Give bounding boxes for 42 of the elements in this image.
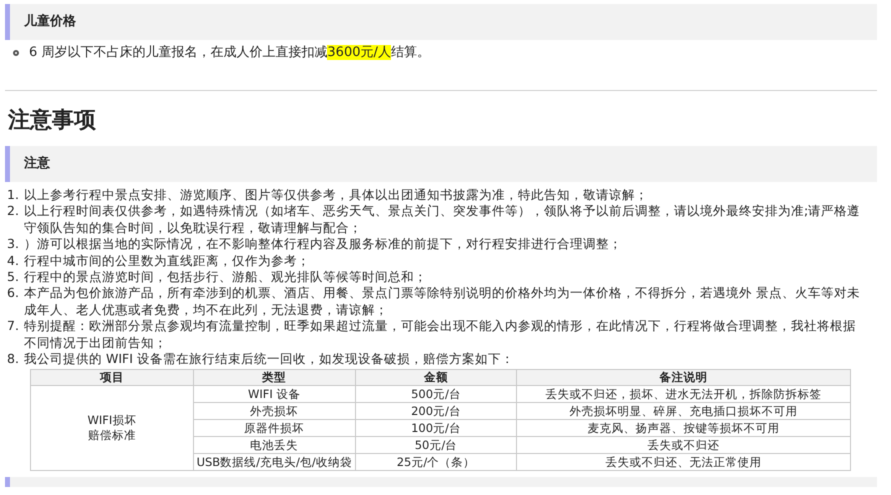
table-cell: USB数据线/充电头/包/收纳袋 [193, 454, 356, 471]
table-cell: 丢失或不归还，损坏、进水无法开机，拆除防拆标签 [516, 386, 850, 403]
bullet-icon [13, 50, 19, 56]
table-cell: 电池丢失 [193, 436, 356, 454]
page-heading: 注意事项 [6, 107, 97, 135]
table-cell: 丢失或不归还、无法正常使用 [516, 454, 850, 471]
list-item-text: 本产品为包价旅游产品，所有牵涉到的机票、酒店、用餐、景点门票等除特别说明的价格外均为一体价格，不得拆分，若遇境外 景点、火车等对未成年人、老人优惠或者免费，均不在此列，无法退费，请谅解； [24, 285, 861, 318]
section-title: 儿童价格 [24, 12, 76, 32]
list-number: 6. [6, 285, 20, 302]
list-number: 1. [6, 187, 20, 204]
table-cell: 500元/台 [355, 386, 517, 403]
table-cell: 麦克风、扬声器、按键等损坏不可用 [516, 420, 850, 437]
list-number: 5. [6, 269, 20, 286]
table-cell: 200元/台 [355, 402, 517, 420]
column-header: 金额 [355, 370, 517, 386]
list-item-text: 行程中的景点游览时间，包括步行、游船、观光排队等候等时间总和； [24, 269, 427, 286]
column-header: 备注说明 [516, 370, 850, 386]
table-cell: 100元/台 [355, 420, 517, 437]
table-cell: 丢失或不归还 [516, 436, 850, 454]
table-cell: 原器件损坏 [193, 420, 356, 437]
list-item-text: 我公司提供的 WIFI 设备需在旅行结束后统一回收，如发现设备破损，赔偿方案如下： [24, 351, 514, 368]
list-item-text: 以上参考行程中景点安排、游览顺序、图片等仅供参考，具体以出团通知书披露为准，特此告知，敬请谅解； [24, 187, 648, 204]
list-number: 8. [6, 351, 20, 368]
table-cell: WIFI 设备 [193, 386, 356, 403]
table-cell: 25元/个（条） [355, 454, 517, 471]
list-item-text: 行程中城市间的公里数为直线距离，仅作为参考； [24, 252, 310, 270]
table-cell: 外壳损坏 [193, 402, 356, 420]
list-item-text: ）游可以根据当地的实际情况，在不影响整体行程内容及服务标准的前提下，对行程安排进行合理调整； [24, 236, 622, 253]
column-header: 类型 [193, 370, 356, 386]
table-cell-line: WIFI损坏 [86, 413, 138, 428]
table-cell: 50元/台 [355, 436, 517, 454]
table-cell: 外壳损坏明显、碎屏、充电插口损坏不可用 [516, 402, 850, 420]
section-title: 注意 [24, 154, 50, 174]
bullet-text: 6 周岁以下不占床的儿童报名，在成人价上直接扣减3600元/人结算。 [29, 44, 430, 62]
list-number: 2. [6, 203, 20, 220]
list-item-text: 以上行程时间表仅供参考，如遇特殊情况（如堵车、恶劣天气、景点关门、突发事件等），领队将予以前后调整，请以境外最终安排为准;请严格遵守领队告知的集合时间，以免耽误行程，敬请理解与配合； [24, 203, 862, 236]
column-header: 项目 [30, 370, 194, 386]
list-number: 4. [6, 252, 20, 270]
list-number: 7. [6, 318, 20, 336]
list-item-text: 特别提醒：欧洲部分景点参观均有流量控制，旺季如果超过流量，可能会出现不能入内参观的情形，在此情况下，行程将做合理调整，我社将根据不同情况于出团前告知； [24, 318, 857, 352]
list-number: 3. [6, 236, 20, 253]
table-cell-line: 赔偿标准 [86, 428, 137, 444]
